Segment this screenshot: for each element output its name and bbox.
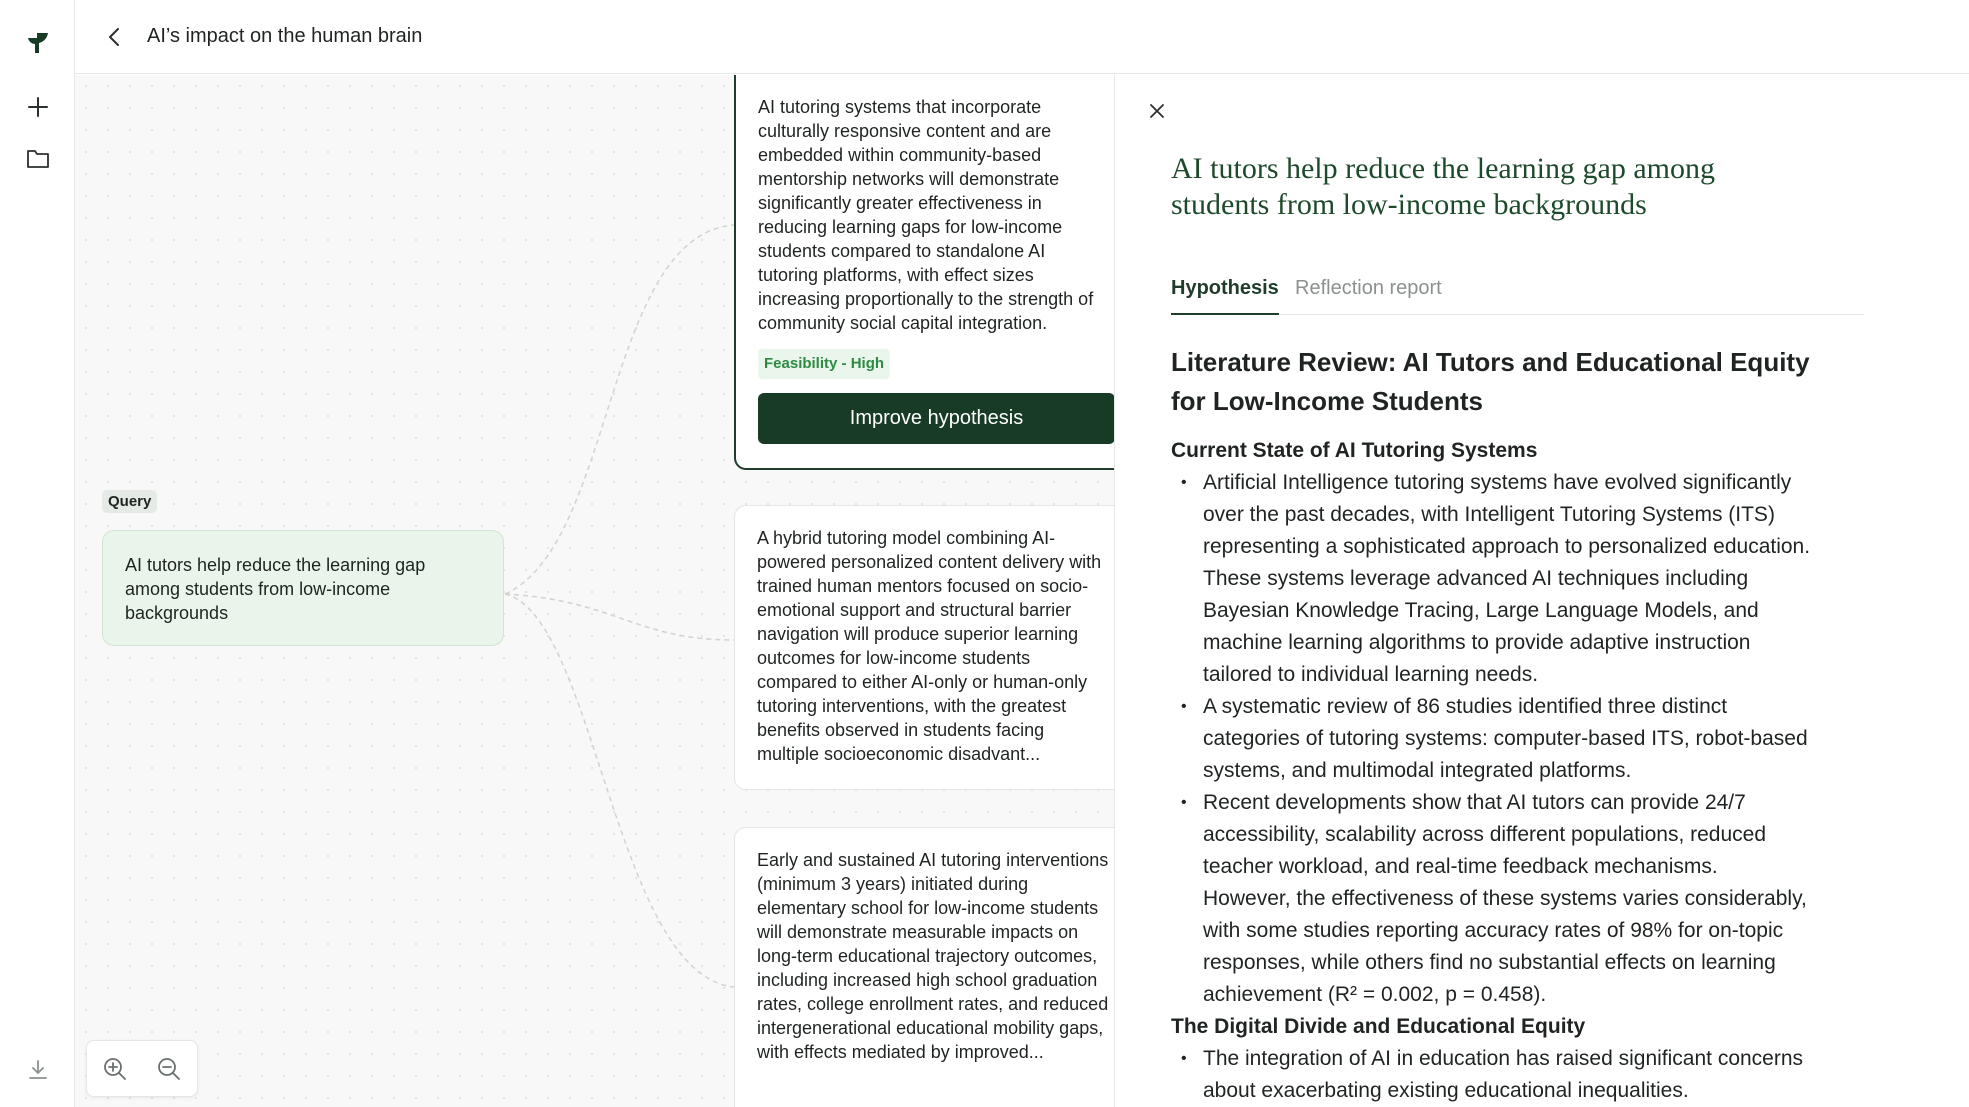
query-card[interactable]: AI tutors help reduce the learning gap a… — [102, 530, 504, 646]
zoom-out-icon[interactable] — [155, 1055, 183, 1083]
hypothesis-text: AI tutoring systems that incorporate cul… — [758, 97, 1094, 333]
hypothesis-canvas[interactable]: Query AI tutors help reduce the learning… — [75, 75, 1114, 1107]
zoom-in-icon[interactable] — [101, 1055, 129, 1083]
section-title: Current State of AI Tutoring Systems — [1171, 439, 1538, 462]
detail-panel: AI tutors help reduce the learning gap a… — [1114, 75, 1969, 1107]
zoom-controls — [86, 1040, 198, 1097]
hypothesis-card-selected[interactable]: AI tutoring systems that incorporate cul… — [734, 75, 1114, 470]
page-title: AI’s impact on the human brain — [147, 25, 423, 47]
folder-icon[interactable] — [22, 143, 54, 175]
list-item: Artificial Intelligence tutoring systems… — [1171, 467, 1811, 691]
plus-icon[interactable] — [22, 91, 54, 123]
bullet-list: The integration of AI in education has r… — [1171, 1043, 1811, 1107]
close-icon[interactable] — [1145, 99, 1169, 123]
list-item: A systematic review of 86 studies identi… — [1171, 691, 1811, 787]
panel-title: AI tutors help reduce the learning gap a… — [1171, 152, 1715, 221]
tab-reflection-report[interactable]: Reflection report — [1295, 277, 1442, 315]
download-icon[interactable] — [22, 1054, 54, 1086]
list-item: The integration of AI in education has r… — [1171, 1043, 1811, 1107]
hypothesis-text: Early and sustained AI tutoring interven… — [757, 850, 1109, 1062]
feasibility-badge: Feasibility - High — [758, 349, 891, 379]
hypothesis-card[interactable]: Early and sustained AI tutoring interven… — [734, 827, 1114, 1107]
bullet-list: Artificial Intelligence tutoring systems… — [1171, 467, 1811, 1011]
hypothesis-text: A hybrid tutoring model combining AI-pow… — [757, 528, 1102, 764]
improve-hypothesis-button[interactable]: Improve hypothesis — [758, 393, 1114, 444]
section-title: The Digital Divide and Educational Equit… — [1171, 1015, 1586, 1038]
chevron-left-icon — [109, 28, 119, 46]
logo-icon[interactable] — [22, 27, 54, 59]
hypothesis-card[interactable]: A hybrid tutoring model combining AI-pow… — [734, 505, 1114, 790]
list-item: Recent developments show that AI tutors … — [1171, 787, 1811, 1011]
query-tag: Query — [102, 490, 158, 513]
back-button[interactable] — [99, 22, 129, 52]
panel-tabs: Hypothesis Reflection report — [1171, 277, 1864, 315]
sidebar — [0, 0, 75, 1107]
hypothesis-content: Literature Review: AI Tutors and Educati… — [1171, 343, 1811, 1107]
top-bar: AI’s impact on the human brain — [75, 0, 1969, 74]
tab-hypothesis[interactable]: Hypothesis — [1171, 277, 1279, 315]
content-heading: Literature Review: AI Tutors and Educati… — [1171, 347, 1810, 416]
